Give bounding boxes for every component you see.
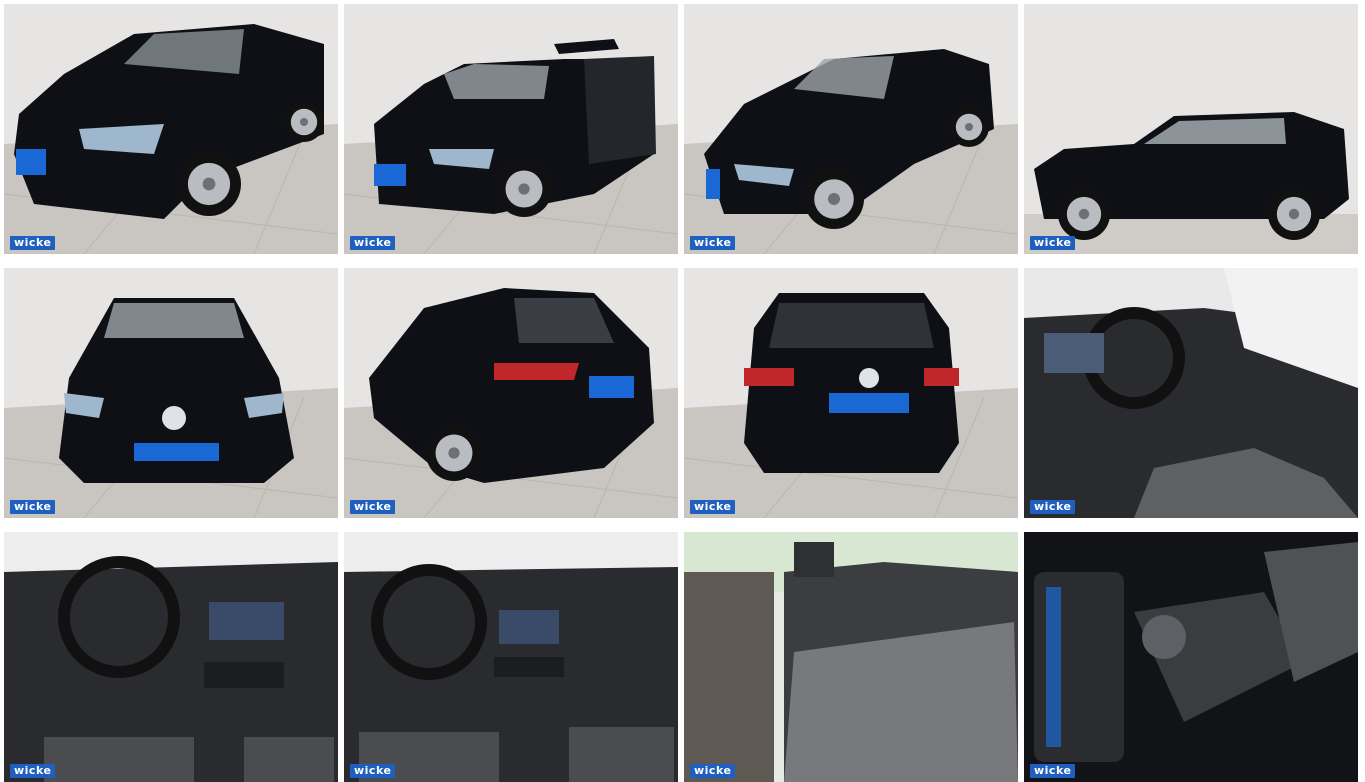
- dealer-watermark: wicke: [1030, 763, 1076, 779]
- dealer-watermark: wicke: [690, 499, 736, 515]
- image-gallery: wicke wicke wicke wicke wicke wicke wick…: [0, 0, 1365, 782]
- gallery-photo-side-profile-exterior[interactable]: wicke: [1024, 4, 1358, 254]
- photo-image: [684, 4, 1018, 254]
- watermark-logo: wicke: [1030, 764, 1076, 778]
- watermark-logo: wicke: [690, 500, 736, 514]
- dealer-watermark: wicke: [690, 763, 736, 779]
- watermark-logo: wicke: [1030, 500, 1076, 514]
- watermark-logo: wicke: [350, 236, 396, 250]
- photo-image: [4, 268, 338, 518]
- photo-image: [684, 268, 1018, 518]
- watermark-logo: wicke: [1030, 236, 1076, 250]
- gallery-photo-center-console-interior[interactable]: wicke: [1024, 532, 1358, 782]
- watermark-logo: wicke: [10, 764, 56, 778]
- gallery-photo-front-left-exterior[interactable]: wicke: [4, 4, 338, 254]
- watermark-logo: wicke: [350, 500, 396, 514]
- watermark-logo: wicke: [350, 764, 396, 778]
- dealer-watermark: wicke: [690, 235, 736, 251]
- watermark-logo: wicke: [10, 236, 56, 250]
- gallery-photo-driver-seat-interior[interactable]: wicke: [1024, 268, 1358, 518]
- watermark-logo: wicke: [690, 764, 736, 778]
- photo-image: [1024, 4, 1358, 254]
- dealer-watermark: wicke: [350, 763, 396, 779]
- gallery-photo-rear-seats-interior[interactable]: wicke: [684, 532, 1018, 782]
- dealer-watermark: wicke: [350, 499, 396, 515]
- photo-image: [344, 268, 678, 518]
- watermark-logo: wicke: [10, 500, 56, 514]
- photo-image: [1024, 532, 1358, 782]
- photo-image: [4, 532, 338, 782]
- gallery-photo-front-view-exterior[interactable]: wicke: [4, 268, 338, 518]
- photo-image: [1024, 268, 1358, 518]
- dealer-watermark: wicke: [1030, 235, 1076, 251]
- gallery-photo-front-angle-exterior[interactable]: wicke: [684, 4, 1018, 254]
- dealer-watermark: wicke: [10, 235, 56, 251]
- gallery-photo-doors-open-exterior[interactable]: wicke: [344, 4, 678, 254]
- gallery-photo-rear-view-exterior[interactable]: wicke: [684, 268, 1018, 518]
- gallery-photo-dashboard-center-interior[interactable]: wicke: [344, 532, 678, 782]
- dealer-watermark: wicke: [1030, 499, 1076, 515]
- photo-image: [684, 532, 1018, 782]
- photo-image: [344, 532, 678, 782]
- gallery-photo-rear-left-exterior[interactable]: wicke: [344, 268, 678, 518]
- photo-image: [4, 4, 338, 254]
- watermark-logo: wicke: [690, 236, 736, 250]
- gallery-photo-dashboard-interior[interactable]: wicke: [4, 532, 338, 782]
- dealer-watermark: wicke: [10, 763, 56, 779]
- dealer-watermark: wicke: [350, 235, 396, 251]
- photo-image: [344, 4, 678, 254]
- dealer-watermark: wicke: [10, 499, 56, 515]
